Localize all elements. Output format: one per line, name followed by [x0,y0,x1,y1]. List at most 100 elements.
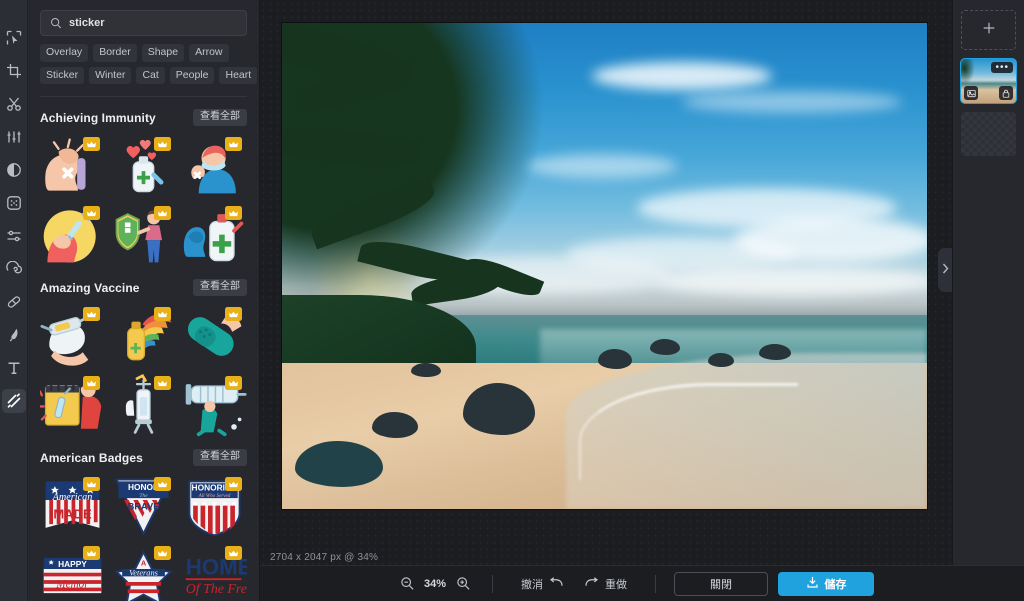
save-label: 儲存 [824,578,847,591]
undo-arrow-icon [549,576,564,591]
see-all-button[interactable]: 查看全部 [193,449,247,466]
tag-people[interactable]: People [169,66,215,84]
american-made-badge-sticker[interactable]: American MADE [40,475,105,538]
bandaid-plaster-sticker[interactable] [182,305,247,368]
svg-text:Of The Fre: Of The Fre [186,582,247,597]
svg-text:All Who Served: All Who Served [198,493,231,499]
premium-crown-icon [154,546,171,560]
medicine-bottle-arm-sticker[interactable] [182,204,247,267]
search-box[interactable] [40,10,247,36]
heal-tool-button[interactable] [2,290,26,314]
giant-syringe-person-sticker[interactable] [182,374,247,437]
redo-button[interactable]: 重做 [574,576,637,592]
layer-options-menu[interactable]: ••• [991,62,1013,73]
text-tool-button[interactable] [2,356,26,380]
effects-tool-button[interactable] [2,191,26,215]
svg-text:Veterans: Veterans [129,569,158,578]
section-title: American Badges [40,450,143,465]
section-header: Amazing Vaccine 查看全部 [40,279,247,296]
premium-crown-icon [154,376,171,390]
tag-cat[interactable]: Cat [136,66,165,84]
flexing-arm-bandaid-sticker[interactable] [40,135,105,198]
add-layer-button[interactable] [961,10,1016,50]
zoom-in-button[interactable] [452,573,474,595]
rock [649,338,680,355]
thumbs-up-syringe-sticker[interactable] [111,374,176,437]
tag-shape[interactable]: Shape [141,44,185,62]
contrast-tool-button[interactable] [2,158,26,182]
sticker-grid: American MADE HONOR The BRAVE HONORING A… [40,475,247,601]
chevron-right-icon [942,261,949,279]
search-icon [50,17,62,29]
vaccine-injection-arm-sticker[interactable] [40,204,105,267]
plus-icon [982,21,996,40]
tool-rail [0,0,28,601]
image-editor-app: Overlay Border Shape Arrow Sticker Winte… [0,0,1024,601]
brush-tool-button[interactable] [2,323,26,347]
save-button[interactable]: 儲存 [778,571,874,596]
panel-collapse-handle[interactable] [938,248,952,292]
premium-crown-icon [83,307,100,321]
lock-icon[interactable] [999,86,1013,100]
select-tool-button[interactable] [2,26,26,50]
tag-arrow[interactable]: Arrow [189,44,229,62]
cloud-wisp [681,91,902,114]
section-header: Achieving Immunity 查看全部 [40,109,247,126]
tag-border[interactable]: Border [93,44,137,62]
zoom-out-button[interactable] [396,573,418,595]
canvas-area[interactable]: 2704 x 2047 px @ 34% [260,0,952,601]
tune-tool-button[interactable] [2,224,26,248]
premium-crown-icon [225,307,242,321]
rock [707,353,734,368]
syringe-in-arm-sticker[interactable] [40,305,105,368]
shield-protection-woman-sticker[interactable] [111,204,176,267]
crop-tool-button[interactable] [2,59,26,83]
tag-row-1: Overlay Border Shape Arrow [40,44,247,62]
svg-text:BRAVE: BRAVE [128,501,160,511]
section-title: Amazing Vaccine [40,280,140,295]
sticker-section-amazing-vaccine: Amazing Vaccine 查看全部 [28,267,259,437]
svg-text:HAPPY: HAPPY [58,559,87,569]
tag-overlay[interactable]: Overlay [40,44,89,62]
canvas-image[interactable] [282,23,927,509]
search-input[interactable] [69,11,237,35]
redo-arrow-icon [584,576,599,591]
cloud-bank [656,266,927,296]
sanitizer-bottle-hearts-sticker[interactable] [111,135,176,198]
premium-crown-icon [225,206,242,220]
premium-crown-icon [225,137,242,151]
adjust-tool-button[interactable] [2,125,26,149]
tag-sticker[interactable]: Sticker [40,66,85,84]
masked-woman-flexing-sticker[interactable] [182,135,247,198]
save-download-icon [806,576,819,592]
tag-heart[interactable]: Heart [219,66,258,84]
home-of-the-free-sticker[interactable]: HOME Of The Fre [182,544,247,601]
premium-crown-icon [154,307,171,321]
retouch-tool-button[interactable] [2,257,26,281]
image-icon [964,86,978,100]
honor-the-brave-badge-sticker[interactable]: HONOR The BRAVE [111,475,176,538]
search-area [28,0,259,36]
cut-tool-button[interactable] [2,92,26,116]
happy-memorial-badge-sticker[interactable]: HAPPY Memor [40,544,105,601]
tag-list: Overlay Border Shape Arrow Sticker Winte… [28,36,259,90]
star-badge-sticker[interactable]: A Veterans [111,544,176,601]
rock [598,348,633,369]
cloud-wisp [591,61,772,90]
undo-button[interactable]: 撤消 [511,576,574,592]
vaccine-calendar-sticker[interactable] [40,374,105,437]
honoring-badge-sticker[interactable]: HONORING All Who Served [182,475,247,538]
bottom-toolbar: 34% 撤消 重做 關閉 儲存 [260,565,1024,601]
tag-winter[interactable]: Winter [89,66,132,84]
transparent-layer[interactable] [961,112,1016,156]
premium-crown-icon [83,206,100,220]
photo-layer[interactable]: ••• [960,58,1017,104]
sticker-tool-button[interactable] [1,389,26,413]
close-button[interactable]: 關閉 [674,571,768,596]
see-all-button[interactable]: 查看全部 [193,109,247,126]
premium-crown-icon [154,137,171,151]
see-all-button[interactable]: 查看全部 [193,279,247,296]
canvas-dimensions-label: 2704 x 2047 px @ 34% [270,552,379,563]
svg-text:Memor: Memor [55,579,89,591]
rainbow-spray-bottle-sticker[interactable] [111,305,176,368]
